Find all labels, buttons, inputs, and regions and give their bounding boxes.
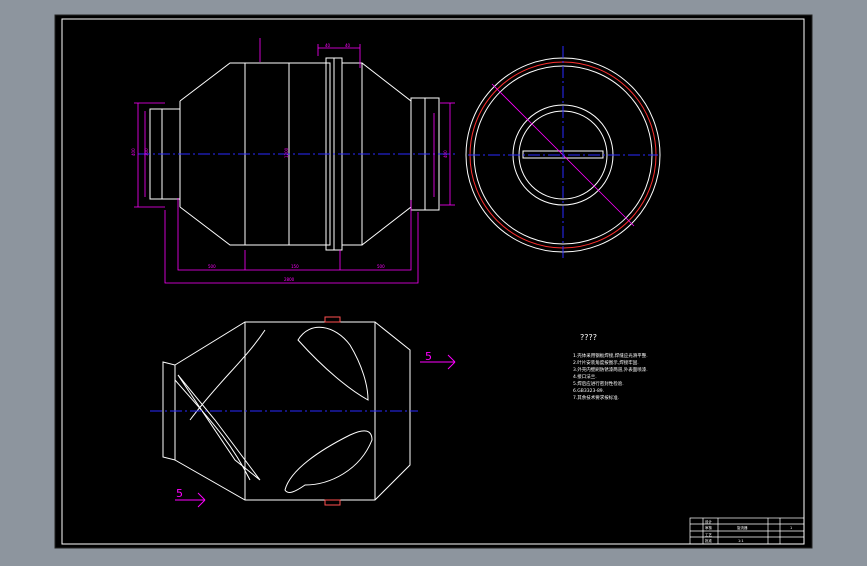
svg-text:400: 400 bbox=[131, 148, 136, 156]
svg-text:300: 300 bbox=[144, 148, 149, 156]
note-line: 6.GB3323-89. bbox=[573, 388, 604, 394]
title-row: 设计 bbox=[705, 519, 713, 524]
section-label-top: 5 bbox=[425, 350, 432, 363]
part-name: 旋流器 bbox=[737, 525, 748, 530]
notes-title: ???? bbox=[580, 333, 597, 342]
svg-text:150: 150 bbox=[291, 264, 299, 269]
svg-text:40: 40 bbox=[345, 43, 351, 48]
note-line: 4.接口法兰. bbox=[573, 373, 597, 380]
title-row: 审核 bbox=[705, 525, 713, 530]
svg-text:500: 500 bbox=[377, 264, 385, 269]
sheet-number: 1 bbox=[790, 526, 792, 530]
drawing-sheet bbox=[54, 14, 813, 549]
title-row: 工艺 bbox=[705, 532, 713, 537]
svg-text:40: 40 bbox=[325, 43, 331, 48]
scale: 1:1 bbox=[738, 539, 744, 543]
svg-text:500: 500 bbox=[208, 264, 216, 269]
note-line: 3.外壳内壁刷防锈漆两道,外表面喷漆. bbox=[573, 366, 648, 373]
cad-viewer[interactable]: 500 150 500 2800 400 300 1200 400 40 40 bbox=[0, 0, 867, 562]
note-line: 1.壳体采用钢板焊接,焊缝应光滑平整. bbox=[573, 352, 648, 359]
title-row: 批准 bbox=[705, 538, 713, 543]
drawing-canvas: 500 150 500 2800 400 300 1200 400 40 40 bbox=[54, 14, 813, 549]
svg-text:400: 400 bbox=[443, 150, 448, 158]
note-line: 7.其余技术要求按标准. bbox=[573, 394, 619, 401]
section-label-bottom: 5 bbox=[176, 487, 183, 500]
svg-text:2800: 2800 bbox=[284, 277, 295, 282]
note-line: 2.叶片安装角度按图示,焊接牢固. bbox=[573, 359, 639, 366]
note-line: 5.焊后应进行密封性检验. bbox=[573, 380, 624, 387]
svg-text:1200: 1200 bbox=[284, 147, 289, 158]
